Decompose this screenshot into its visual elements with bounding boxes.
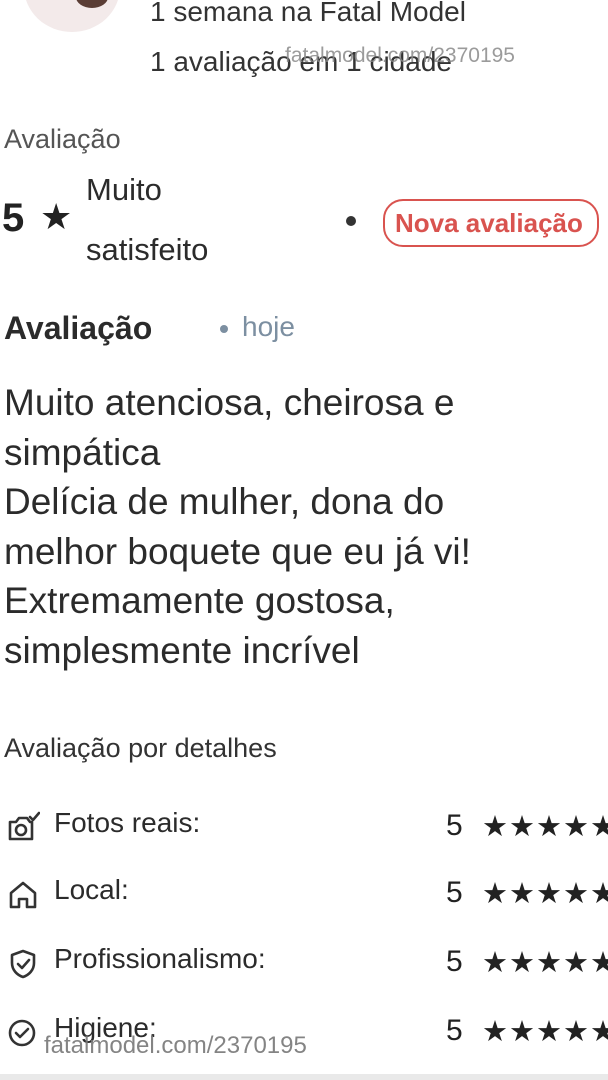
review-date: hoje xyxy=(242,311,295,342)
shield-check-icon xyxy=(10,949,36,979)
rating-score: 5 xyxy=(2,196,25,240)
avatar xyxy=(24,0,120,32)
bottom-divider xyxy=(0,1074,608,1080)
time-on-site: 1 semana na Fatal Model xyxy=(150,0,466,27)
detail-value: 5 xyxy=(446,809,463,842)
avatar-hair xyxy=(76,0,108,8)
detail-stars: ★★★★★ xyxy=(482,947,608,979)
review-line: simplesmente incrível xyxy=(4,629,360,671)
new-review-badge: Nova avaliação xyxy=(383,199,599,247)
detail-label: Fotos reais: xyxy=(54,807,201,838)
rating-star-icon: ★ xyxy=(40,196,73,237)
camera-check-icon xyxy=(8,811,40,841)
details-title: Avaliação por detalhes xyxy=(4,733,277,763)
satisfaction-label-line1: Muito xyxy=(86,172,162,207)
watermark-bottom: fatalmodel.com/2370195 xyxy=(44,1032,307,1059)
rating-section-label: Avaliação xyxy=(4,124,121,154)
detail-row-location: Local: 5 ★★★★★ xyxy=(0,872,608,916)
detail-stars: ★★★★★ xyxy=(482,878,608,910)
detail-value: 5 xyxy=(446,1014,463,1047)
detail-value: 5 xyxy=(446,945,463,978)
separator-dot xyxy=(346,216,356,226)
detail-label: Profissionalismo: xyxy=(54,943,266,974)
review-line: Muito atenciosa, cheirosa e xyxy=(4,382,455,423)
separator-dot xyxy=(220,325,228,333)
detail-stars: ★★★★★ xyxy=(482,1016,608,1048)
detail-label: Local: xyxy=(54,874,129,905)
watermark-top: fatalmodel.com/2370195 xyxy=(285,44,515,67)
detail-row-professionalism: Profissionalismo: 5 ★★★★★ xyxy=(0,941,608,985)
detail-row-photos: Fotos reais: 5 ★★★★★ xyxy=(0,805,608,849)
review-line: melhor boquete que eu já vi! xyxy=(4,530,471,572)
detail-value: 5 xyxy=(446,876,463,909)
satisfaction-label-line2: satisfeito xyxy=(86,232,209,267)
home-icon xyxy=(9,881,37,909)
review-line: simpática xyxy=(4,431,161,473)
detail-stars: ★★★★★ xyxy=(482,811,608,843)
review-line: Delícia de mulher, dona do xyxy=(4,481,445,522)
review-title: Avaliação xyxy=(4,310,153,346)
review-text: Muito atenciosa, cheirosa e simpática De… xyxy=(4,378,604,675)
review-line: Extremamente gostosa, xyxy=(4,580,395,621)
check-circle-icon xyxy=(8,1019,36,1047)
